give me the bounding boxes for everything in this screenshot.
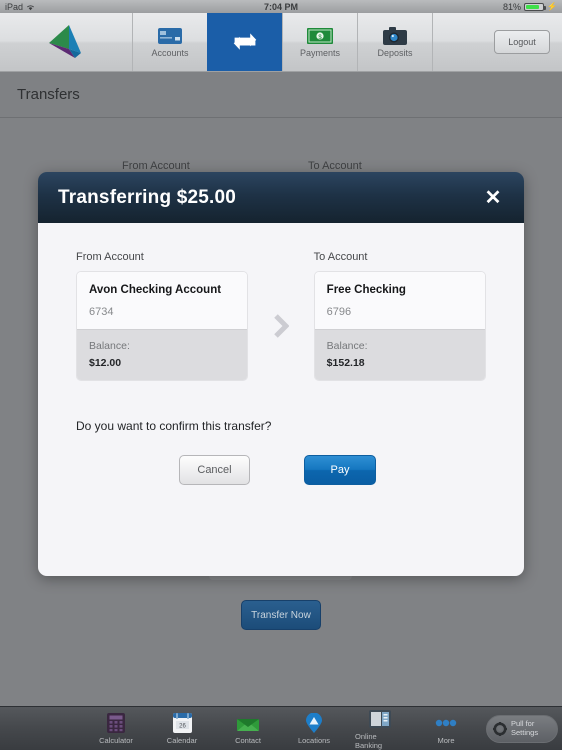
app-logo[interactable] — [0, 13, 132, 71]
nav-tab-deposits[interactable]: Deposits — [357, 13, 432, 71]
toolbar-label-more: More — [437, 736, 455, 745]
from-account-card-top: Avon Checking Account 6734 — [77, 272, 248, 329]
ipad-screen: iPad 7:04 PM 81% ⚡ Accounts $ Payments D… — [0, 0, 562, 750]
nav-tab-accounts-label: Accounts — [151, 48, 189, 58]
battery-icon — [524, 2, 547, 11]
nav-spacer — [432, 13, 482, 71]
money-bill-icon: $ — [307, 26, 333, 46]
close-x-icon[interactable]: ✕ — [482, 187, 504, 209]
from-account-label: From Account — [76, 251, 144, 263]
to-account-label: To Account — [313, 251, 368, 263]
app-logo-icon — [49, 25, 81, 58]
toolbar-item-online-banking[interactable]: Online Banking — [355, 708, 405, 750]
toolbar-item-contact[interactable]: Contact — [223, 712, 273, 745]
pull-for-settings-text: Pull for Settings — [511, 720, 538, 737]
from-balance-value: $12.00 — [89, 357, 122, 369]
toolbar-item-locations[interactable]: Locations — [289, 712, 339, 745]
to-account-balance-section: Balance: $152.18 — [314, 329, 485, 380]
from-account-card: Avon Checking Account 6734 Balance: $12.… — [76, 271, 249, 381]
page-title-bar: Transfers — [0, 72, 562, 118]
accounts-row: From Account Avon Checking Account 6734 … — [76, 251, 486, 381]
svg-text:26: 26 — [179, 724, 186, 730]
page-title: Transfers — [17, 86, 80, 103]
gear-icon — [493, 722, 507, 736]
modal-button-row: Cancel Pay — [76, 455, 486, 485]
confirmation-question: Do you want to confirm this transfer? — [76, 419, 272, 433]
nav-tab-payments-label: Payments — [299, 48, 341, 58]
calculator-icon — [105, 712, 127, 734]
map-pin-icon — [303, 712, 325, 734]
nav-tab-deposits-label: Deposits — [377, 48, 413, 58]
transfer-arrows-icon — [232, 32, 258, 52]
from-account-number: 6734 — [89, 306, 114, 318]
status-bar: iPad 7:04 PM 81% ⚡ — [0, 0, 562, 13]
from-account-column: From Account Avon Checking Account 6734 … — [76, 251, 249, 381]
to-balance-label: Balance: — [326, 340, 368, 352]
toolbar-item-calculator[interactable]: Calculator — [91, 712, 141, 745]
toolbar-item-calendar[interactable]: 26 Calendar — [157, 712, 207, 745]
cancel-button[interactable]: Cancel — [179, 455, 250, 485]
to-balance-value: $152.18 — [326, 357, 365, 369]
bottom-toolbar: Calculator 26 Calendar Contact Locations — [0, 706, 562, 750]
envelope-icon — [237, 712, 259, 734]
toolbar-label-contact: Contact — [235, 736, 261, 745]
online-banking-icon — [369, 708, 391, 730]
to-account-name: Free Checking — [326, 284, 406, 296]
nav-tab-payments[interactable]: $ Payments — [282, 13, 357, 71]
from-account-name: Avon Checking Account — [89, 284, 222, 296]
to-account-column: To Account Free Checking 6796 Balance: $… — [313, 251, 486, 381]
pull-for-settings-button[interactable]: Pull for Settings — [486, 715, 558, 743]
modal-body: From Account Avon Checking Account 6734 … — [38, 223, 524, 576]
top-nav-bar: Accounts $ Payments Deposits Logout — [0, 13, 562, 72]
toolbar-label-locations: Locations — [297, 736, 331, 745]
modal-title: Transferring $25.00 — [58, 186, 237, 208]
battery-percent: 81% — [503, 1, 522, 12]
pay-button[interactable]: Pay — [304, 455, 376, 485]
lightning-bolt-icon: ⚡ — [547, 2, 557, 11]
transfer-direction-arrow — [248, 251, 313, 339]
status-bar-time: 7:04 PM — [263, 1, 298, 12]
background-to-account-label: To Account — [308, 160, 362, 172]
transfer-confirmation-modal: Transferring $25.00 ✕ From Account Avon … — [38, 172, 524, 576]
logout-cell: Logout — [482, 13, 562, 71]
calendar-icon: 26 — [171, 712, 193, 734]
pull-line-2: Settings — [511, 728, 539, 737]
toolbar-label-online-banking: Online Banking — [355, 731, 383, 750]
transfer-now-button[interactable]: Transfer Now — [241, 600, 321, 630]
nav-tab-transfers[interactable] — [207, 13, 282, 71]
chevron-right-icon — [274, 314, 289, 338]
modal-header: Transferring $25.00 ✕ — [38, 172, 524, 223]
background-from-account-label: From Account — [122, 160, 190, 172]
toolbar-label-calendar: Calendar — [166, 736, 198, 745]
to-account-card-top: Free Checking 6796 — [314, 272, 485, 329]
camera-icon — [382, 26, 408, 46]
logout-button[interactable]: Logout — [494, 30, 550, 54]
nav-tab-accounts[interactable]: Accounts — [132, 13, 207, 71]
status-bar-right: 81% ⚡ — [503, 2, 557, 12]
to-account-card: Free Checking 6796 Balance: $152.18 — [313, 271, 486, 381]
credit-card-icon — [157, 26, 183, 46]
from-balance-label: Balance: — [89, 340, 130, 352]
from-account-balance-section: Balance: $12.00 — [77, 329, 248, 380]
to-account-number: 6796 — [326, 306, 352, 318]
toolbar-item-more[interactable]: More — [421, 712, 471, 745]
ellipsis-icon — [435, 712, 457, 734]
toolbar-label-calculator: Calculator — [99, 736, 133, 745]
